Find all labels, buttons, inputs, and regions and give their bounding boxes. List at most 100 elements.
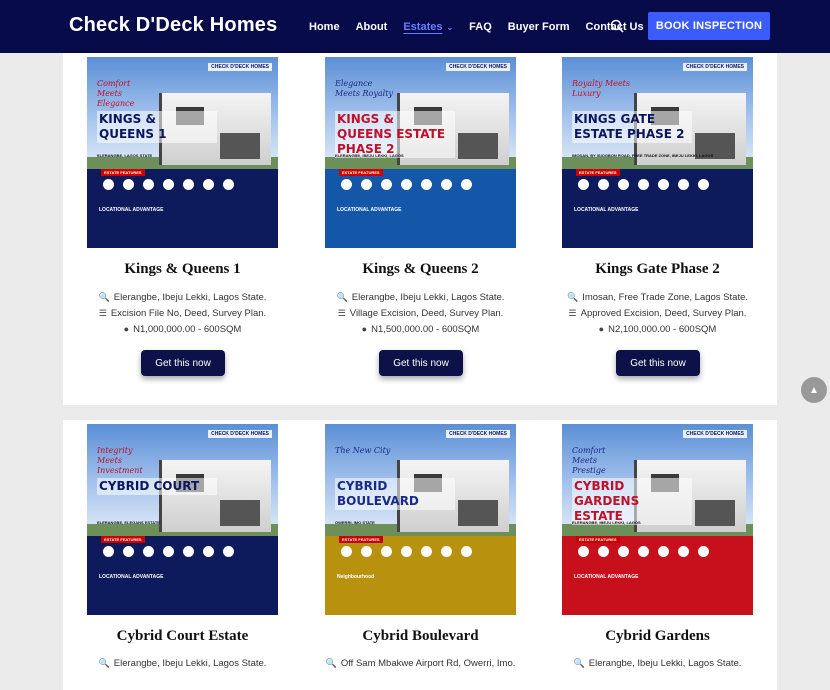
flyer-features-label: ESTATE FEATURES [101, 536, 145, 543]
flyer-logo: CHECK D'DECK HOMES [446, 63, 510, 71]
estate-flyer-image[interactable]: CHECK D'DECK HOMES The New City CYBRID BOU… [325, 424, 516, 615]
scroll-to-top-button[interactable]: ▲ [801, 377, 827, 403]
estate-price: ● N1,500,000.00 - 600SQM [325, 324, 516, 335]
flyer-tagline: Comfort Meets Prestige [572, 446, 606, 475]
estate-price: ● N2,100,000.00 - 600SQM [562, 324, 753, 335]
feature-icon [401, 179, 412, 190]
flyer-advantage-label: LOCATIONAL ADVANTAGE [574, 207, 639, 213]
flyer-tagline: Elegance Meets Royalty [335, 79, 393, 98]
estate-title[interactable]: Cybrid Court Estate [87, 628, 278, 645]
flyer-estate-name: CYBRID BOULEVARD [335, 478, 455, 510]
estate-price: ● N1,000,000.00 - 600SQM [87, 324, 278, 335]
estate-location: 🔍 Off Sam Mbakwe Airport Rd, Owerri, Imo. [325, 658, 516, 669]
estate-title[interactable]: Cybrid Boulevard [325, 628, 516, 645]
feature-icon [183, 179, 194, 190]
estate-flyer-image[interactable]: CHECK D'DECK HOMES Integrity Meets Invest… [87, 424, 278, 615]
flyer-advantage-label: LOCATIONAL ADVANTAGE [574, 574, 639, 580]
estate-location-text: Off Sam Mbakwe Airport Rd, Owerri, Imo. [340, 658, 516, 669]
feature-icon [441, 179, 452, 190]
feature-icon [461, 179, 472, 190]
menu-item-home[interactable]: Home [309, 21, 340, 33]
estate-documents: ☰ Approved Excision, Deed, Survey Plan. [562, 308, 753, 319]
flyer-subtitle: ELERANGBE, IBEJU LEKKI, LAGOS [572, 520, 641, 525]
get-this-now-button[interactable]: Get this now [141, 350, 225, 376]
chevron-up-icon: ▲ [809, 384, 819, 396]
estate-flyer-image[interactable]: CHECK D'DECK HOMES Comfort Meets Elegance… [87, 57, 278, 248]
top-navbar: Check D'Deck Homes Home About Estates ⌄ F… [0, 0, 830, 53]
flyer-features-label: ESTATE FEATURES [339, 536, 383, 543]
site-logo[interactable]: Check D'Deck Homes [69, 14, 277, 37]
feature-icon [123, 546, 134, 557]
feature-icon [461, 546, 472, 557]
main-menu: Home About Estates ⌄ FAQ Buyer Form Conta… [309, 0, 660, 53]
get-this-now-button[interactable]: Get this now [379, 350, 463, 376]
feature-icon [143, 179, 154, 190]
flyer-logo: CHECK D'DECK HOMES [208, 63, 272, 71]
feature-icon [103, 546, 114, 557]
location-icon: 🔍 [325, 658, 337, 668]
feature-icon [361, 179, 372, 190]
feature-icon [698, 179, 709, 190]
estate-documents: ☰ Excision File No, Deed, Survey Plan. [87, 308, 278, 319]
estate-flyer-image[interactable]: CHECK D'DECK HOMES Elegance Meets Royalty… [325, 57, 516, 248]
menu-item-estates-label: Estates [403, 20, 443, 33]
estate-title[interactable]: Kings & Queens 2 [325, 261, 516, 278]
flyer-advantage-label: LOCATIONAL ADVANTAGE [99, 207, 164, 213]
estate-title[interactable]: Kings & Queens 1 [87, 261, 278, 278]
estate-documents-text: Village Excision, Deed, Survey Plan. [349, 308, 504, 319]
feature-icon [223, 179, 234, 190]
feature-icon [638, 179, 649, 190]
estate-price-text: N1,500,000.00 - 600SQM [371, 324, 480, 335]
estate-title[interactable]: Cybrid Gardens [562, 628, 753, 645]
get-this-now-button[interactable]: Get this now [616, 350, 700, 376]
estate-flyer-image[interactable]: CHECK D'DECK HOMES Comfort Meets Prestige… [562, 424, 753, 615]
flyer-tagline: Royalty Meets Luxury [572, 79, 630, 98]
location-icon: 🔍 [566, 292, 579, 302]
feature-icon [598, 546, 609, 557]
location-icon: 🔍 [98, 292, 110, 302]
estate-flyer-image[interactable]: CHECK D'DECK HOMES Royalty Meets Luxury KI… [562, 57, 753, 248]
feature-icon [203, 546, 214, 557]
document-icon: ☰ [98, 308, 107, 318]
flyer-feature-icons [578, 546, 709, 557]
menu-item-estates[interactable]: Estates ⌄ [403, 21, 453, 33]
flyer-estate-name: KINGS & QUEENS ESTATE PHASE 2 [335, 111, 455, 158]
feature-icon [578, 546, 589, 557]
book-inspection-button[interactable]: BOOK INSPECTION [648, 12, 770, 40]
flyer-logo: CHECK D'DECK HOMES [208, 430, 272, 438]
flyer-feature-icons [578, 179, 709, 190]
flyer-estate-name: KINGS & QUEENS 1 [97, 111, 217, 143]
flyer-advantage: LOCATIONAL ADVANTAGE [99, 207, 179, 213]
flyer-advantage: Neighbourhood [337, 574, 417, 580]
flyer-advantage: LOCATIONAL ADVANTAGE [574, 207, 654, 213]
feature-icon [598, 179, 609, 190]
feature-icon [123, 179, 134, 190]
estate-documents-text: Approved Excision, Deed, Survey Plan. [580, 308, 747, 319]
menu-item-about[interactable]: About [356, 21, 388, 33]
menu-item-buyer-form[interactable]: Buyer Form [508, 21, 570, 33]
flyer-tagline: Integrity Meets Investment [97, 446, 143, 475]
flyer-advantage: LOCATIONAL ADVANTAGE [337, 207, 417, 213]
feature-icon [381, 546, 392, 557]
menu-item-faq[interactable]: FAQ [469, 21, 492, 33]
feature-icon [381, 179, 392, 190]
estate-price-text: N1,000,000.00 - 600SQM [133, 324, 242, 335]
estate-title[interactable]: Kings Gate Phase 2 [562, 261, 753, 278]
estate-location-text: Elerangbe, Ibeju Lekki, Lagos State. [588, 658, 742, 669]
feature-icon [143, 546, 154, 557]
estate-price-text: N2,100,000.00 - 600SQM [608, 324, 717, 335]
estate-location-text: Imosan, Free Trade Zone, Lagos State. [582, 292, 749, 303]
flyer-subtitle: ELERANGBE, ELEGANS ESTATE [97, 520, 160, 525]
flyer-subtitle: OWERRI, IMO STATE [335, 520, 375, 525]
flyer-advantage: LOCATIONAL ADVANTAGE [99, 574, 179, 580]
estate-location: 🔍 Elerangbe, Ibeju Lekki, Lagos State. [562, 658, 753, 669]
estate-location-text: Elerangbe, Ibeju Lekki, Lagos State. [113, 292, 267, 303]
feature-icon [103, 179, 114, 190]
feature-icon [203, 179, 214, 190]
search-icon[interactable] [610, 19, 624, 33]
location-icon: 🔍 [573, 658, 585, 668]
feature-icon [421, 179, 432, 190]
estate-location: 🔍 Elerangbe, Ibeju Lekki, Lagos State. [325, 292, 516, 303]
flyer-estate-name: CYBRID GARDENS ESTATE [572, 478, 692, 525]
flyer-subtitle: IMOSAN, BY ISIOGBON ROAD, FREE TRADE ZON… [572, 153, 714, 158]
